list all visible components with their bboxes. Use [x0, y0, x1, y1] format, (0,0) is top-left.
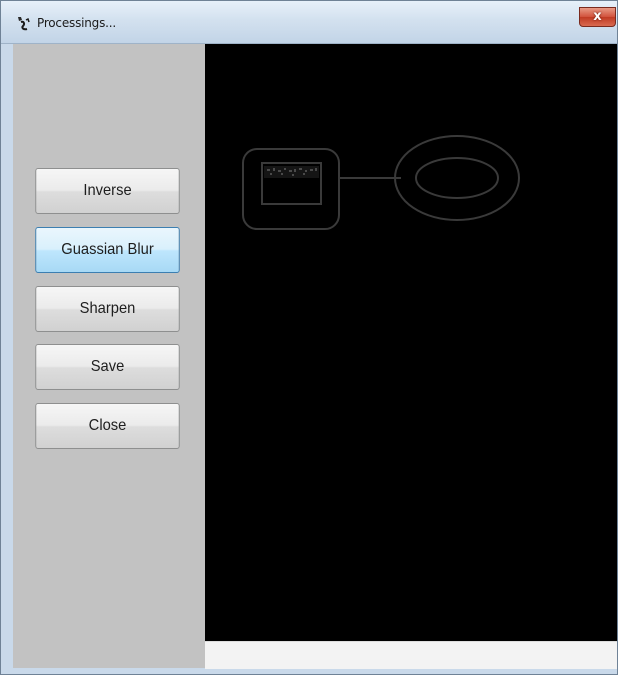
gaussian-blur-button[interactable]: Guassian Blur: [35, 227, 180, 273]
inverse-button[interactable]: Inverse: [35, 168, 180, 214]
status-bar: [205, 641, 617, 669]
window-title: Processings...: [37, 16, 116, 30]
processed-image: [205, 44, 617, 641]
client-area: Inverse Guassian Blur Sharpen Save Close: [13, 44, 617, 669]
app-icon: [18, 17, 30, 31]
sharpen-button[interactable]: Sharpen: [35, 286, 180, 332]
close-button[interactable]: Close: [35, 403, 180, 449]
image-canvas[interactable]: [205, 44, 617, 641]
sidebar: Inverse Guassian Blur Sharpen Save Close: [13, 44, 205, 668]
save-button[interactable]: Save: [35, 344, 180, 390]
title-bar[interactable]: Processings... x: [1, 1, 617, 44]
close-icon: x: [593, 9, 602, 24]
window-close-button[interactable]: x: [579, 7, 616, 27]
processing-window: Processings... x Inverse Guassian Blur S…: [0, 0, 618, 675]
